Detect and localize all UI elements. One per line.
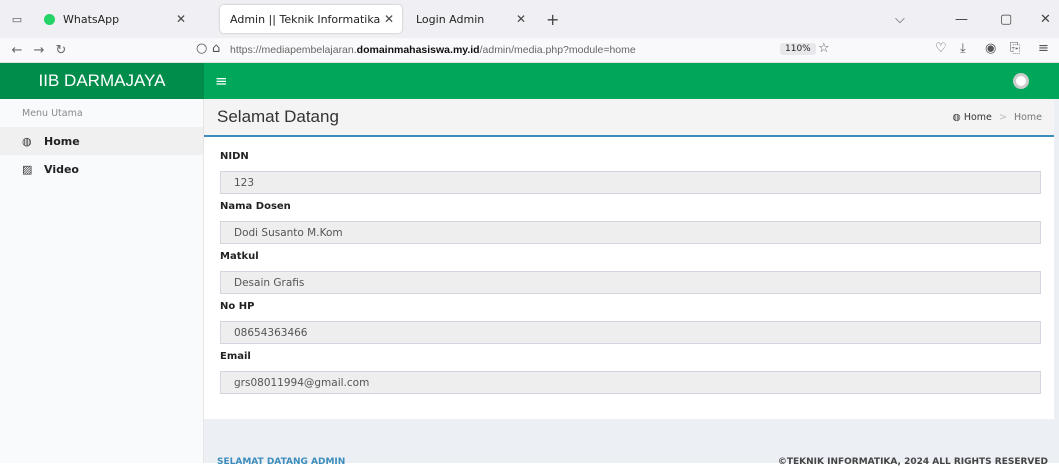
- page-title: Selamat Datang: [217, 107, 339, 126]
- no-hp-field[interactable]: 08654363466: [220, 321, 1041, 344]
- sidebar-item-video[interactable]: ▨ Video: [0, 155, 203, 183]
- footer: SELAMAT DATANG ADMIN ©TEKNIK INFORMATIKA…: [204, 445, 1054, 467]
- browser-nav-bar: ← → ↻ ○ ⌂ https://mediapembelajaran.doma…: [0, 38, 1059, 63]
- tab-overflow-icon[interactable]: ⌵: [895, 0, 905, 38]
- close-window-icon[interactable]: ✕: [1040, 0, 1051, 38]
- close-tab-icon[interactable]: ✕: [176, 12, 186, 26]
- forward-icon[interactable]: →: [28, 43, 50, 58]
- dashboard-icon: ◍: [22, 134, 32, 148]
- tab-list-icon[interactable]: ▭: [0, 0, 34, 38]
- download-icon[interactable]: ⤓: [960, 41, 966, 56]
- tab-label: Admin || Teknik Informatika: [230, 12, 381, 26]
- profile-form: NIDN 123 Nama Dosen Dodi Susanto M.Kom M…: [220, 151, 1041, 401]
- account-icon[interactable]: ◉: [985, 41, 996, 56]
- matkul-field[interactable]: Desain Grafis: [220, 271, 1041, 294]
- image-icon: ▨: [22, 162, 33, 176]
- nama-dosen-field[interactable]: Dodi Susanto M.Kom: [220, 221, 1041, 244]
- sidebar-menu-header: Menu Utama: [22, 108, 83, 119]
- sidebar-item-label: Home: [44, 134, 80, 148]
- breadcrumb-home-link[interactable]: Home: [964, 112, 992, 123]
- browser-tab-bar: ▭ WhatsApp ✕ Admin || Teknik Informatika…: [0, 0, 1059, 38]
- nidn-label: NIDN: [220, 151, 249, 162]
- welcome-box: Selamat Datang ◍ Home > Home NIDN 123 Na…: [204, 99, 1054, 419]
- breadcrumb-current: Home: [1013, 112, 1042, 123]
- url-prefix: https://mediapembelajaran.: [230, 44, 357, 56]
- breadcrumb-separator: >: [998, 112, 1007, 123]
- dashboard-icon: ◍: [952, 112, 961, 123]
- close-tab-icon[interactable]: ✕: [384, 12, 394, 26]
- no-hp-label: No HP: [220, 301, 255, 312]
- tab-login-admin[interactable]: Login Admin ✕: [406, 5, 534, 33]
- email-field[interactable]: grs08011994@gmail.com: [220, 371, 1041, 394]
- new-tab-icon[interactable]: +: [546, 10, 559, 29]
- footer-copyright: ©TEKNIK INFORMATIKA, 2024 ALL RIGHTS RES…: [777, 457, 1048, 467]
- menu-icon[interactable]: ≡: [1038, 41, 1049, 56]
- sidebar-item-home[interactable]: ◍ Home: [0, 127, 203, 155]
- tab-admin[interactable]: Admin || Teknik Informatika ✕: [220, 5, 402, 33]
- shield-icon[interactable]: ○: [196, 41, 207, 56]
- extensions-icon[interactable]: ⎘: [1010, 41, 1020, 56]
- footer-welcome-text: SELAMAT DATANG ADMIN: [217, 457, 346, 467]
- back-icon[interactable]: ←: [6, 43, 28, 58]
- email-label: Email: [220, 351, 251, 362]
- url-domain: domainmahasiswa.my.id: [356, 44, 480, 56]
- close-tab-icon[interactable]: ✕: [516, 12, 526, 26]
- breadcrumb: ◍ Home > Home: [953, 112, 1042, 123]
- url-path: /admin/media.php?module=home: [479, 44, 636, 56]
- url-bar[interactable]: https://mediapembelajaran.domainmahasisw…: [230, 44, 636, 56]
- zoom-level[interactable]: 110%: [780, 43, 816, 55]
- tab-whatsapp[interactable]: WhatsApp ✕: [34, 5, 194, 33]
- tab-label: Login Admin: [416, 12, 485, 26]
- restore-icon[interactable]: ▢: [1000, 0, 1012, 38]
- bookmark-star-icon[interactable]: ☆: [818, 41, 830, 56]
- lock-icon[interactable]: ⌂: [212, 41, 220, 56]
- reload-icon[interactable]: ↻: [50, 43, 72, 58]
- pocket-icon[interactable]: ♡: [935, 41, 947, 56]
- sidebar: Menu Utama ◍ Home ▨ Video: [0, 99, 204, 463]
- nama-dosen-label: Nama Dosen: [220, 201, 291, 212]
- main-content: Selamat Datang ◍ Home > Home NIDN 123 Na…: [204, 99, 1059, 467]
- sidebar-item-label: Video: [44, 162, 79, 176]
- hamburger-menu-icon[interactable]: ≡: [215, 72, 228, 90]
- brand-logo[interactable]: IIB DARMAJAYA: [0, 63, 204, 99]
- user-avatar[interactable]: [1013, 73, 1029, 89]
- app-header: IIB DARMAJAYA ≡: [0, 63, 1059, 99]
- tab-label: WhatsApp: [63, 12, 120, 26]
- box-header: Selamat Datang ◍ Home > Home: [204, 99, 1054, 137]
- whatsapp-icon: [44, 13, 55, 25]
- minimize-icon[interactable]: —: [955, 0, 968, 38]
- nidn-field[interactable]: 123: [220, 171, 1041, 194]
- matkul-label: Matkul: [220, 251, 259, 262]
